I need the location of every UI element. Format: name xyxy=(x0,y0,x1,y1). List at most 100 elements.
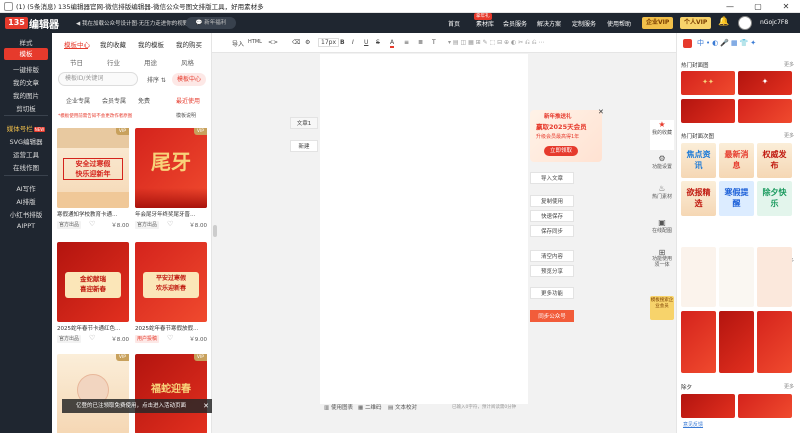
subcover-thumb[interactable]: 除夕快乐 xyxy=(757,181,792,216)
filter-member[interactable]: 会员专属 xyxy=(102,96,126,105)
nav-membership[interactable]: 会员服务 xyxy=(503,19,527,28)
toolbar-import[interactable]: 导入 xyxy=(232,39,244,48)
text-format-button[interactable]: T xyxy=(432,39,436,46)
toolbar-html[interactable]: HTML xyxy=(248,39,262,45)
sidebar-item-my-articles[interactable]: 我的文章 xyxy=(0,77,52,87)
chart-button[interactable]: ▥ 使用图表 xyxy=(324,403,353,411)
heart-icon[interactable]: ♡ xyxy=(89,334,95,342)
tool-online-image[interactable]: ▣ 在线配图 xyxy=(650,218,674,244)
template-card[interactable]: 平安过寒假 欢乐迎新春 2025蛇年春节寒假放假… 用户投稿 ♡ ￥9.00 xyxy=(135,242,207,346)
cover-thumb[interactable] xyxy=(738,99,792,123)
subcover-thumb[interactable]: 寒假提醒 xyxy=(719,181,754,216)
sidebar-item-ai-writing[interactable]: AI写作 xyxy=(0,183,52,193)
line-spacing-button[interactable]: ≣ xyxy=(418,39,423,46)
more-functions-button[interactable]: 更多功能 xyxy=(530,287,574,299)
filter-free[interactable]: 免费 xyxy=(138,96,150,105)
subtab-style[interactable]: 风格 xyxy=(181,57,194,67)
promo-popup[interactable]: 新年推送礼 赢取2025天会员 升级会员最高得1年 立即领取 ✕ xyxy=(530,108,604,164)
cover-thumb[interactable] xyxy=(681,99,735,123)
tab-my-purchases[interactable]: 我的购买 xyxy=(176,39,202,49)
align-button[interactable]: ≡ xyxy=(404,39,409,46)
personal-vip-button[interactable]: 个人VIP xyxy=(680,17,712,29)
nav-help[interactable]: 使用帮助 xyxy=(607,19,631,28)
nav-home[interactable]: 首页 xyxy=(448,19,460,28)
italic-button[interactable]: I xyxy=(352,39,354,46)
more-tools-icon[interactable]: ▾ ▤ ◫ ▦ ⊞ ✎ ⬚ ⊟ ⊕ ◐ ✂ ⎌ ⎌ ⋯ xyxy=(448,39,544,47)
sidebar-item-ai-layout[interactable]: AI排版 xyxy=(0,196,52,206)
sidebar-item-styles[interactable]: 样式 xyxy=(0,37,52,47)
spring-thumb[interactable] xyxy=(757,247,792,307)
close-icon[interactable]: ✕ xyxy=(598,108,604,116)
sidebar-item-xiaohongshu[interactable]: 小红书排版 xyxy=(0,209,52,219)
sync-wechat-button[interactable]: 同步公众号 xyxy=(530,310,574,322)
strikethrough-button[interactable]: S xyxy=(376,39,380,46)
close-window-button[interactable]: ✕ xyxy=(772,0,800,13)
section-more-link[interactable]: 更多 xyxy=(784,132,794,139)
heart-icon[interactable]: ♡ xyxy=(167,220,173,228)
tool-hot-materials[interactable]: ♨ 热门素材 xyxy=(650,184,674,210)
tab-my-favorites[interactable]: 我的收藏 xyxy=(100,39,126,49)
subcover-thumb[interactable]: 焦点资讯 xyxy=(681,143,716,178)
sidebar-item-media[interactable]: 媒体号栏 NEW xyxy=(0,123,52,133)
sidebar-item-my-images[interactable]: 我的图片 xyxy=(0,90,52,100)
feedback-link[interactable]: 意见反馈 xyxy=(683,421,703,428)
heart-icon[interactable]: ♡ xyxy=(167,334,173,342)
tool-favorites[interactable]: ★ 我的收藏 xyxy=(650,120,674,150)
subcover-thumb[interactable]: 权威发布 xyxy=(757,143,792,178)
tool-function-use[interactable]: ⊞ 功能使用须一体 xyxy=(650,249,674,280)
subcover-thumb[interactable]: 欲报精选 xyxy=(681,181,716,216)
sidebar-item-auto-layout[interactable]: 一键排版 xyxy=(0,64,52,74)
tool-settings[interactable]: ⚙ 功能设置 xyxy=(650,154,674,180)
bold-button[interactable]: B xyxy=(340,39,345,46)
copy-use-button[interactable]: 复制使用 xyxy=(530,195,574,207)
spring-thumb[interactable] xyxy=(719,247,754,307)
template-center-pill[interactable]: 模板中心 xyxy=(172,73,207,86)
template-card[interactable]: 尾牙 VIP 年会尾牙年终奖尾牙晋… 官方出品 ♡ ￥8.00 xyxy=(135,128,207,232)
underline-button[interactable]: U xyxy=(364,39,368,46)
username[interactable]: nGojc7F8 xyxy=(760,19,788,26)
heart-icon[interactable]: ♡ xyxy=(89,220,95,228)
save-sync-button[interactable]: 保存同步 xyxy=(530,225,574,237)
logo-badge[interactable]: 135 xyxy=(5,17,28,29)
subtab-industry[interactable]: 行业 xyxy=(107,57,120,67)
filter-enterprise[interactable]: 企业专属 xyxy=(66,96,90,105)
template-help-link[interactable]: 模板说明 xyxy=(176,112,196,119)
template-search-input[interactable]: 模板ID/关键词 xyxy=(58,72,138,86)
subcover-thumb[interactable]: 最新消息 xyxy=(719,143,754,178)
minimize-button[interactable]: — xyxy=(716,0,744,13)
sidebar-item-online-drawing[interactable]: 在线作图 xyxy=(0,162,52,172)
section-more-link[interactable]: 更多 xyxy=(784,61,794,68)
gear-icon[interactable]: ⚙ xyxy=(305,39,310,46)
bell-icon[interactable]: 🔔 xyxy=(718,17,729,27)
subtab-usage[interactable]: 用途 xyxy=(144,57,157,67)
proofread-button[interactable]: ▤ 文本校对 xyxy=(388,403,417,411)
filter-recent[interactable]: 最近使用 xyxy=(176,96,200,105)
toolbar-code[interactable]: <> xyxy=(268,39,278,46)
template-card[interactable]: VIP xyxy=(57,354,129,433)
avatar[interactable] xyxy=(738,16,752,30)
cover-thumb[interactable]: ✦✦ xyxy=(681,71,735,95)
preview-share-button[interactable]: 预览分享 xyxy=(530,265,574,277)
qrcode-button[interactable]: ▦ 二维码 xyxy=(358,403,381,411)
eve-thumb[interactable] xyxy=(738,394,792,418)
article-tab[interactable]: 文章1 xyxy=(290,117,318,129)
section-more-link[interactable]: 更多 xyxy=(784,383,794,390)
template-card[interactable]: 金蛇献瑞 喜迎新春 2025蛇年春节卡通红色… 官方出品 ♡ ￥8.00 xyxy=(57,242,129,346)
spring-thumb[interactable] xyxy=(757,311,792,373)
notice-pill[interactable]: 💬 新年福利 xyxy=(186,17,236,29)
sidebar-item-svg[interactable]: SVG编辑器 xyxy=(0,136,52,146)
sidebar-item-templates[interactable]: 模板 xyxy=(4,48,48,60)
new-article-button[interactable]: 新建 xyxy=(290,140,318,152)
enterprise-vip-button[interactable]: 企业VIP xyxy=(642,17,674,29)
spring-thumb[interactable] xyxy=(719,311,754,373)
tool-enterprise[interactable]: 模板搜索企业会员 xyxy=(650,296,674,320)
nav-custom[interactable]: 定制服务 xyxy=(572,19,596,28)
popup-claim-button[interactable]: 立即领取 xyxy=(544,146,579,156)
nav-solutions[interactable]: 解决方案 xyxy=(537,19,561,28)
template-card[interactable]: 福蛇迎春 VIP xyxy=(135,354,207,433)
sidebar-item-aippt[interactable]: AIPPT xyxy=(0,222,52,230)
cover-thumb[interactable]: ✦ xyxy=(738,71,792,95)
quick-save-button[interactable]: 快速保存 xyxy=(530,210,574,222)
sidebar-item-clipboard[interactable]: 剪切板 xyxy=(0,103,52,113)
document-page[interactable] xyxy=(320,54,528,404)
